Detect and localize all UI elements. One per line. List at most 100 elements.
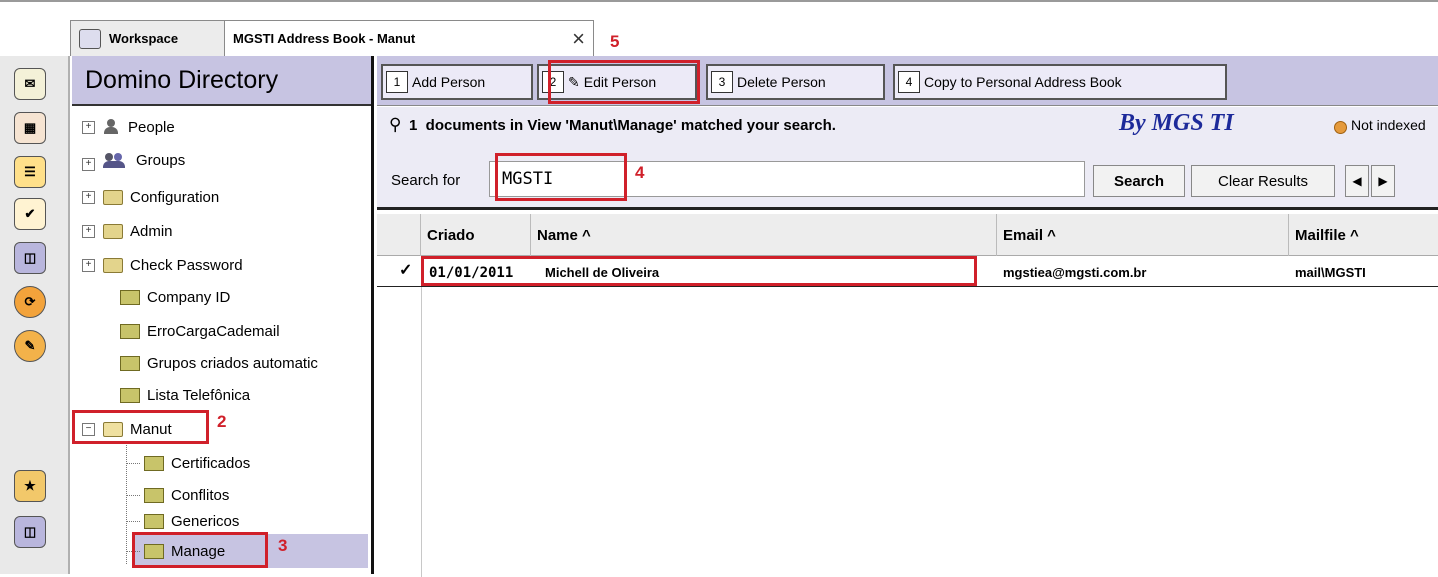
nav-item-label: Groups	[136, 152, 186, 169]
nav-item-certificados[interactable]: Certificados	[126, 450, 250, 476]
calendar-icon[interactable]: ▦	[14, 112, 46, 144]
folder-icon	[103, 223, 123, 239]
copy-to-personal-address-book-button[interactable]: 4 Copy to Personal Address Book	[893, 64, 1227, 100]
tab-workspace[interactable]: Workspace	[70, 20, 225, 56]
nav-item-check-password[interactable]: + Check Password	[82, 252, 243, 278]
view-icon	[144, 455, 164, 471]
databases-icon[interactable]: ◫	[14, 242, 46, 274]
nav-item-configuration[interactable]: + Configuration	[82, 184, 219, 210]
expand-icon[interactable]: +	[82, 224, 95, 238]
cell-email: mgstiea@mgsti.com.br	[1003, 265, 1147, 280]
nav-item-conflitos[interactable]: Conflitos	[126, 482, 229, 508]
add-person-label: Add Person	[412, 74, 486, 90]
expand-icon[interactable]: +	[82, 190, 95, 204]
view-pane: Criado Name ^ Email ^ Mailfile ^ ✓ 01/01…	[377, 207, 1438, 577]
expand-icon[interactable]: +	[82, 158, 95, 171]
replication-icon[interactable]: ⟳	[14, 286, 46, 318]
action-bar: 1 Add Person 2 ✎ Edit Person 3 Delete Pe…	[377, 56, 1438, 106]
folder-icon	[103, 257, 123, 273]
nav-item-company-id[interactable]: Company ID	[120, 284, 230, 310]
view-icon	[120, 387, 140, 403]
column-separator	[421, 256, 422, 577]
expand-icon[interactable]: +	[82, 120, 95, 134]
navigator-title: Domino Directory	[72, 56, 371, 106]
group-icon	[103, 152, 129, 168]
nav-item-label: Genericos	[171, 512, 240, 530]
nav-item-genericos[interactable]: Genericos	[126, 508, 239, 534]
search-panel: ⚲ 1 documents in View 'Manut\Manage' mat…	[377, 107, 1438, 207]
tab-address-book-label: MGSTI Address Book - Manut	[233, 31, 416, 46]
button-number: 1	[386, 71, 408, 93]
column-header-mailfile[interactable]: Mailfile ^	[1289, 214, 1438, 256]
cell-mailfile: mail\MGSTI	[1295, 265, 1366, 280]
annotation-4: 4	[635, 163, 645, 182]
index-status-icon	[1334, 121, 1347, 134]
add-person-button[interactable]: 1 Add Person	[381, 64, 533, 100]
brand-label: By MGS TI	[1119, 110, 1234, 136]
domino-designer-icon[interactable]: ✎	[14, 330, 46, 362]
nav-item-label: Conflitos	[171, 486, 230, 504]
tab-bar: Workspace MGSTI Address Book - Manut × 5	[0, 0, 1438, 56]
column-header-email[interactable]: Email ^	[997, 214, 1289, 256]
view-icon	[120, 323, 140, 339]
search-button[interactable]: Search	[1093, 165, 1185, 197]
nav-item-label: People	[128, 118, 175, 136]
tab-address-book[interactable]: MGSTI Address Book - Manut ×	[224, 20, 594, 56]
nav-item-label: Configuration	[130, 188, 220, 206]
navigator-pane: Domino Directory + People + Groups + Con…	[72, 56, 374, 574]
nav-item-people[interactable]: + People	[82, 114, 175, 140]
search-result-icon: ⚲	[389, 115, 402, 134]
button-number: 4	[898, 71, 920, 93]
annotation-box-2	[72, 410, 209, 444]
expand-icon[interactable]: +	[82, 258, 95, 272]
nav-item-errocargacademail[interactable]: ErroCargaCademail	[120, 318, 280, 344]
mail-icon[interactable]: ✉	[14, 68, 46, 100]
button-number: 3	[711, 71, 733, 93]
column-header-row: Criado Name ^ Email ^ Mailfile ^	[377, 214, 1438, 256]
bookmark-rail: ✉ ▦ ☰ ✔ ◫ ⟳ ✎ ★ ◫	[0, 56, 70, 574]
search-result-text: 1 documents in View 'Manut\Manage' match…	[409, 117, 836, 134]
nav-item-label: Certificados	[171, 454, 251, 472]
column-header-name[interactable]: Name ^	[531, 214, 997, 256]
favorites-icon[interactable]: ★	[14, 470, 46, 502]
tab-workspace-label: Workspace	[109, 31, 179, 46]
column-header-criado[interactable]: Criado	[421, 214, 531, 256]
folder-icon	[103, 189, 123, 205]
search-for-label: Search for	[391, 172, 461, 189]
contacts-icon[interactable]: ☰	[14, 156, 46, 188]
nav-item-label: Admin	[130, 222, 173, 240]
row-separator	[377, 286, 1438, 287]
view-icon	[120, 289, 140, 305]
index-status-label: Not indexed	[1351, 117, 1426, 133]
nav-item-label: ErroCargaCademail	[147, 322, 280, 340]
close-icon[interactable]: ×	[572, 26, 585, 52]
clear-results-button[interactable]: Clear Results	[1191, 165, 1335, 197]
annotation-box-3	[132, 532, 268, 568]
nav-item-admin[interactable]: + Admin	[82, 218, 173, 244]
todo-icon[interactable]: ✔	[14, 198, 46, 230]
replicator-icon[interactable]: ◫	[14, 516, 46, 548]
delete-person-label: Delete Person	[737, 74, 826, 90]
nav-item-grupos-criados[interactable]: Grupos criados automatic	[120, 350, 370, 376]
annotation-5: 5	[610, 32, 620, 51]
selection-column-header	[377, 214, 421, 256]
copy-to-personal-address-book-label: Copy to Personal Address Book	[924, 74, 1122, 90]
annotation-box-1	[421, 256, 977, 286]
selection-checkmark-icon: ✓	[399, 262, 413, 279]
annotation-box-4	[495, 153, 627, 201]
workspace-icon	[79, 28, 101, 49]
view-icon	[144, 513, 164, 529]
previous-result-button[interactable]: ◀	[1345, 165, 1369, 197]
next-result-button[interactable]: ▶	[1371, 165, 1395, 197]
nav-item-lista-telefonica[interactable]: Lista Telefônica	[120, 382, 250, 408]
annotation-box-5	[548, 60, 700, 104]
delete-person-button[interactable]: 3 Delete Person	[706, 64, 885, 100]
nav-item-label: Company ID	[147, 288, 231, 306]
nav-item-groups[interactable]: + Groups	[82, 152, 185, 178]
view-icon	[144, 487, 164, 503]
nav-item-label: Grupos criados automatic	[147, 354, 318, 372]
person-icon	[103, 119, 121, 135]
annotation-2: 2	[217, 412, 227, 431]
nav-item-label: Check Password	[130, 256, 243, 274]
nav-item-label: Lista Telefônica	[147, 386, 251, 404]
